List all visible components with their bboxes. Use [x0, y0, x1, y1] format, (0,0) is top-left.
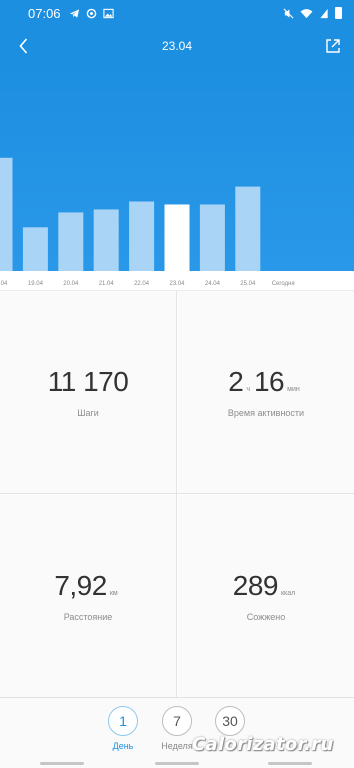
- grid-divider-vertical: [176, 291, 177, 697]
- nav-home[interactable]: [155, 762, 199, 765]
- distance-label: Расстояние: [63, 612, 113, 622]
- chart-bar-19.04[interactable]: [22, 227, 48, 271]
- page-title: 23.04: [161, 39, 193, 53]
- active-time-card[interactable]: 2 ч 16 мин Время активности: [178, 291, 354, 493]
- chart-x-label: 25.04: [240, 281, 256, 287]
- chart-x-label: 19.04: [28, 281, 44, 287]
- chart-x-label: 04: [1, 281, 8, 287]
- grid-divider-horizontal: [0, 493, 354, 494]
- chart-x-axis: 04 19.04 20.04 21.04 22.04 23.04 24.04 25.04 Сег…: [0, 271, 354, 291]
- active-minutes-value: 16: [253, 366, 285, 397]
- chart-bar-21.04[interactable]: [93, 209, 119, 271]
- active-minutes-unit: мин: [287, 386, 300, 393]
- status-icons-left: [69, 8, 114, 19]
- chart-bar-24.04[interactable]: [199, 204, 225, 271]
- steps-value: 11 170: [47, 366, 129, 397]
- period-tabs: 1 День 7 Неделя 30: [0, 697, 354, 768]
- calories-value-row: 289 ккал: [233, 570, 299, 602]
- data-saver-icon: [86, 8, 96, 18]
- mute-icon: [283, 8, 294, 18]
- status-time: 07:06: [28, 5, 61, 21]
- metrics-grid: 11 170 Шаги 2 ч 16 мин Время активности …: [0, 291, 354, 697]
- chart-x-label: 24.04: [205, 281, 221, 287]
- steps-card[interactable]: 11 170 Шаги: [0, 291, 176, 493]
- calories-unit: ккал: [280, 590, 296, 597]
- tab-month-number: 30: [215, 706, 245, 736]
- steps-chart-bars: [0, 157, 261, 271]
- nav-back[interactable]: [268, 762, 312, 765]
- chart-x-label: 22.04: [134, 281, 150, 287]
- active-hours-unit: ч: [246, 386, 250, 393]
- nav-recents[interactable]: [40, 762, 84, 765]
- chart-bar-22.04[interactable]: [129, 201, 155, 271]
- tab-day[interactable]: 1 День: [93, 706, 153, 751]
- distance-value: 7,92: [54, 570, 107, 601]
- battery-icon: [335, 7, 342, 19]
- app-header: 23.04: [0, 26, 354, 66]
- distance-unit: км: [109, 590, 118, 597]
- chart-x-label: 20.04: [63, 281, 79, 287]
- tab-week-number: 7: [162, 706, 192, 736]
- chart-bar-04[interactable]: [0, 157, 13, 271]
- tab-week-label: Неделя: [161, 741, 193, 751]
- chart-bar-20.04[interactable]: [58, 212, 84, 271]
- calories-card[interactable]: 289 ккал Сожжено: [178, 495, 354, 697]
- chart-x-label: Сегодня: [272, 281, 295, 287]
- steps-chart[interactable]: [0, 66, 354, 271]
- signal-icon: [320, 8, 328, 18]
- distance-value-row: 7,92 км: [54, 570, 121, 602]
- watermark: Calorizator.ru: [192, 734, 334, 755]
- active-time-label: Время активности: [227, 408, 305, 418]
- share-icon[interactable]: [324, 37, 342, 55]
- calories-value: 289: [232, 570, 279, 601]
- chart-x-label: 23.04: [169, 281, 185, 287]
- chevron-left-icon[interactable]: [14, 35, 34, 57]
- telegram-icon: [69, 8, 79, 18]
- status-bar: 07:06: [0, 0, 354, 26]
- wifi-icon: [300, 8, 313, 18]
- distance-card[interactable]: 7,92 км Расстояние: [0, 495, 176, 697]
- status-icons-right: [283, 7, 342, 19]
- calories-label: Сожжено: [246, 612, 286, 622]
- steps-label: Шаги: [77, 408, 99, 418]
- chart-bar-23.04[interactable]: [164, 204, 190, 271]
- steps-value-row: 11 170: [48, 366, 129, 398]
- active-time-value-row: 2 ч 16 мин: [228, 366, 303, 398]
- chart-x-label: 21.04: [99, 281, 115, 287]
- chart-x-axis-labels: 04 19.04 20.04 21.04 22.04 23.04 24.04 25.04 Сег…: [1, 281, 295, 287]
- tab-day-label: День: [112, 741, 134, 751]
- chart-bar-25.04[interactable]: [235, 186, 261, 271]
- active-hours-value: 2: [228, 366, 244, 397]
- tab-day-number: 1: [108, 706, 138, 736]
- image-icon: [102, 8, 114, 18]
